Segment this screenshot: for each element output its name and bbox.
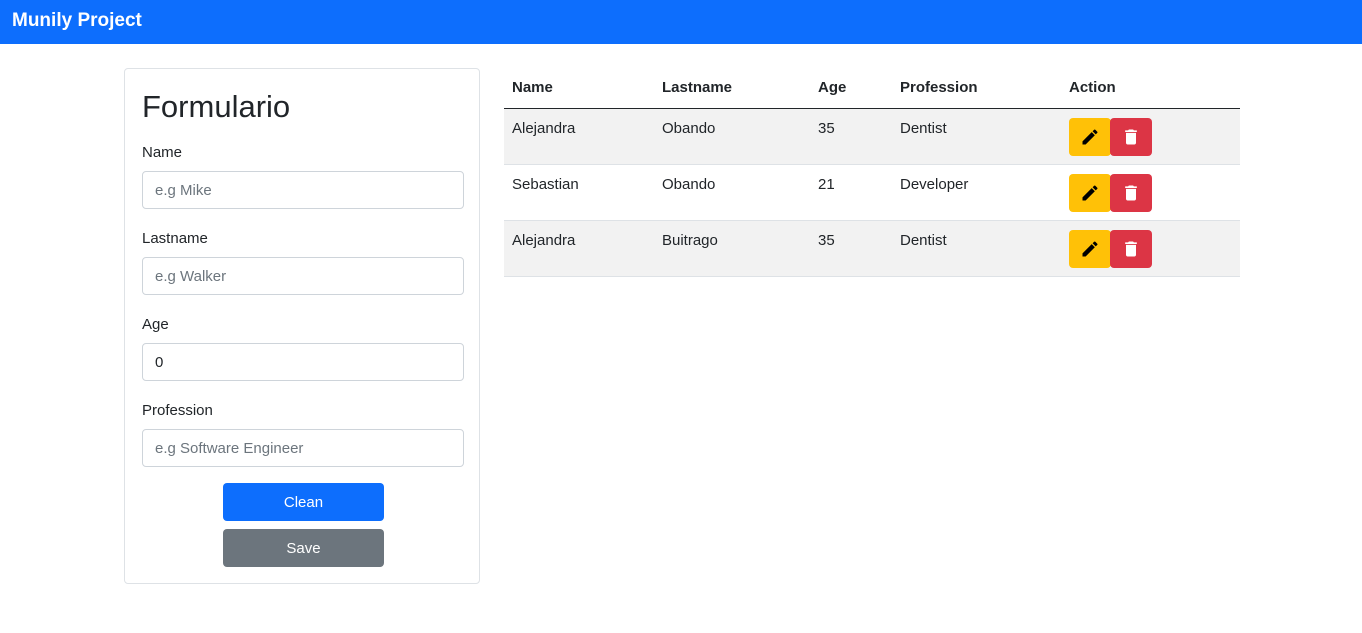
name-label: Name [142, 144, 183, 161]
clean-button[interactable]: Clean [223, 483, 384, 521]
delete-button[interactable] [1110, 229, 1152, 268]
lastname-input[interactable] [142, 257, 464, 295]
navbar-brand[interactable]: Munily Project [12, 9, 142, 33]
trash-icon [1125, 129, 1137, 144]
cell-lastname: Obando [654, 164, 810, 221]
cell-name: Alejandra [504, 220, 654, 277]
navbar: Munily Project [0, 0, 1362, 44]
lastname-label: Lastname [142, 230, 208, 247]
table-header-row: Name Lastname Age Profession Action [504, 68, 1240, 109]
cell-lastname: Buitrago [654, 220, 810, 277]
people-table: Name Lastname Age Profession Action Alej… [504, 68, 1240, 277]
trash-icon [1125, 185, 1137, 200]
delete-button[interactable] [1110, 173, 1152, 212]
cell-age: 21 [810, 164, 892, 221]
name-input[interactable] [142, 171, 464, 209]
pencil-icon [1082, 128, 1098, 144]
table-row: Alejandra Buitrago 35 Dentist [504, 220, 1240, 277]
profession-label: Profession [142, 402, 213, 419]
header-name: Name [504, 68, 654, 109]
form-title: Formulario [142, 89, 291, 124]
cell-age: 35 [810, 108, 892, 165]
edit-button[interactable] [1069, 117, 1111, 156]
age-label: Age [142, 316, 169, 333]
table-row: Alejandra Obando 35 Dentist [504, 108, 1240, 165]
header-action: Action [1061, 68, 1240, 109]
cell-action [1061, 164, 1240, 221]
trash-icon [1125, 241, 1137, 256]
pencil-icon [1082, 240, 1098, 256]
cell-profession: Developer [892, 164, 1061, 221]
header-profession: Profession [892, 68, 1061, 109]
edit-button[interactable] [1069, 173, 1111, 212]
cell-age: 35 [810, 220, 892, 277]
cell-profession: Dentist [892, 220, 1061, 277]
profession-input[interactable] [142, 429, 464, 467]
table-row: Sebastian Obando 21 Developer [504, 164, 1240, 221]
save-button[interactable]: Save [223, 529, 384, 567]
form-card: Formulario Name Lastname Age Profession … [124, 68, 480, 584]
header-age: Age [810, 68, 892, 109]
cell-action [1061, 108, 1240, 165]
age-input[interactable] [142, 343, 464, 381]
header-lastname: Lastname [654, 68, 810, 109]
cell-profession: Dentist [892, 108, 1061, 165]
cell-name: Sebastian [504, 164, 654, 221]
cell-name: Alejandra [504, 108, 654, 165]
pencil-icon [1082, 184, 1098, 200]
edit-button[interactable] [1069, 229, 1111, 268]
cell-lastname: Obando [654, 108, 810, 165]
cell-action [1061, 220, 1240, 277]
delete-button[interactable] [1110, 117, 1152, 156]
